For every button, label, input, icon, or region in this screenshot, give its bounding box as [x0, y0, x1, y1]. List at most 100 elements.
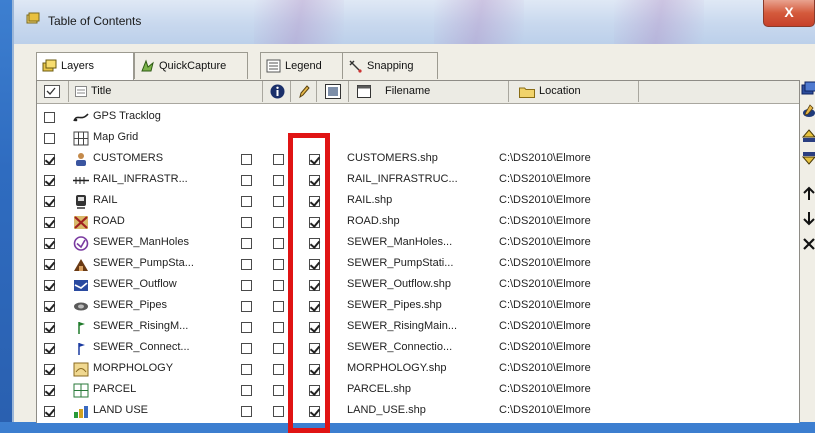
layer-visibility-checkbox[interactable]	[44, 280, 55, 291]
layer-visibility-checkbox[interactable]	[44, 196, 55, 207]
layer-visibility-checkbox[interactable]	[44, 406, 55, 417]
layer-identify-checkbox[interactable]	[241, 406, 252, 417]
move-to-bottom-icon[interactable]	[801, 150, 815, 166]
layer-title[interactable]: SEWER_Outflow	[93, 278, 177, 290]
layer-row[interactable]: SEWER_Pipes SEWER_Pipes.shp C:\DS2010\Elmo…	[37, 296, 799, 317]
tab-legend[interactable]: Legend	[260, 52, 344, 79]
layer-visibility-checkbox[interactable]	[44, 259, 55, 270]
sewer-outflow-icon	[73, 278, 89, 293]
layer-identify-checkbox[interactable]	[241, 217, 252, 228]
layer-edit-checkbox[interactable]	[273, 301, 284, 312]
column-identify-header[interactable]	[263, 81, 291, 102]
column-location-header[interactable]: Location	[509, 81, 639, 102]
add-layer-icon[interactable]	[801, 80, 815, 96]
layer-row[interactable]: SEWER_Connect... SEWER_Connectio... C:\DS2…	[37, 338, 799, 359]
layer-title[interactable]: PARCEL	[93, 383, 136, 395]
title-column-icon	[75, 86, 87, 97]
title-bar[interactable]: Table of Contents X	[14, 0, 815, 44]
layer-identify-checkbox[interactable]	[241, 301, 252, 312]
column-visibility-header[interactable]	[37, 81, 69, 102]
layer-visibility-checkbox[interactable]	[44, 385, 55, 396]
layer-edit-checkbox[interactable]	[273, 175, 284, 186]
column-title-header[interactable]: Title	[69, 81, 263, 102]
column-labels-header[interactable]	[317, 81, 349, 102]
layer-visibility-checkbox[interactable]	[44, 301, 55, 312]
layer-row[interactable]: SEWER_RisingM... SEWER_RisingMain... C:\DS…	[37, 317, 799, 338]
identify-info-icon	[270, 84, 285, 99]
layer-visibility-checkbox[interactable]	[44, 364, 55, 375]
layer-row[interactable]: MORPHOLOGY MORPHOLOGY.shp C:\DS2010\Elmore	[37, 359, 799, 380]
layer-title[interactable]: GPS Tracklog	[93, 110, 161, 122]
layer-edit-checkbox[interactable]	[273, 343, 284, 354]
layer-row[interactable]: SEWER_Outflow SEWER_Outflow.shp C:\DS2010\…	[37, 275, 799, 296]
layer-visibility-checkbox[interactable]	[44, 133, 55, 144]
layer-row[interactable]: GPS Tracklog	[37, 107, 799, 128]
layer-edit-checkbox[interactable]	[273, 280, 284, 291]
layer-identify-checkbox[interactable]	[241, 322, 252, 333]
layer-visibility-checkbox[interactable]	[44, 238, 55, 249]
layer-visibility-checkbox[interactable]	[44, 175, 55, 186]
close-button[interactable]: X	[763, 0, 815, 27]
layer-title[interactable]: MORPHOLOGY	[93, 362, 173, 374]
layer-identify-checkbox[interactable]	[241, 154, 252, 165]
column-filename-header[interactable]: Filename	[349, 81, 509, 102]
tab-quickcapture[interactable]: QuickCapture	[134, 52, 248, 79]
layer-title[interactable]: SEWER_ManHoles	[93, 236, 189, 248]
layer-title[interactable]: SEWER_Pipes	[93, 299, 167, 311]
tab-layers[interactable]: Layers	[36, 52, 134, 81]
layer-edit-checkbox[interactable]	[273, 238, 284, 249]
layer-visibility-checkbox[interactable]	[44, 154, 55, 165]
layer-edit-checkbox[interactable]	[273, 217, 284, 228]
move-up-icon[interactable]	[801, 186, 815, 202]
layer-identify-checkbox[interactable]	[241, 175, 252, 186]
layer-title[interactable]: SEWER_RisingM...	[93, 320, 188, 332]
layer-title[interactable]: SEWER_Connect...	[93, 341, 190, 353]
layer-visibility-checkbox[interactable]	[44, 112, 55, 123]
layer-title[interactable]: Map Grid	[93, 131, 138, 143]
layer-row[interactable]: RAIL_INFRASTR... RAIL_INFRASTRUC... C:\DS2…	[37, 170, 799, 191]
layer-visibility-checkbox[interactable]	[44, 343, 55, 354]
layer-title[interactable]: CUSTOMERS	[93, 152, 163, 164]
tab-label: QuickCapture	[159, 60, 227, 72]
layer-edit-checkbox[interactable]	[273, 196, 284, 207]
layer-row[interactable]: Map Grid	[37, 128, 799, 149]
layer-visibility-checkbox[interactable]	[44, 322, 55, 333]
layer-edit-checkbox[interactable]	[273, 259, 284, 270]
move-to-top-icon[interactable]	[801, 128, 815, 144]
layer-title[interactable]: LAND USE	[93, 404, 148, 416]
layer-row[interactable]: SEWER_ManHoles SEWER_ManHoles... C:\DS2010…	[37, 233, 799, 254]
layer-row[interactable]: ROAD ROAD.shp C:\DS2010\Elmore	[37, 212, 799, 233]
layer-title[interactable]: RAIL_INFRASTR...	[93, 173, 188, 185]
layer-identify-checkbox[interactable]	[241, 259, 252, 270]
layer-edit-checkbox[interactable]	[273, 406, 284, 417]
layer-edit-checkbox[interactable]	[273, 154, 284, 165]
tab-label: Snapping	[367, 60, 414, 72]
sewer-manholes-icon	[73, 236, 89, 251]
layer-identify-checkbox[interactable]	[241, 280, 252, 291]
layer-title[interactable]: SEWER_PumpSta...	[93, 257, 194, 269]
layer-edit-checkbox[interactable]	[273, 322, 284, 333]
layer-edit-checkbox[interactable]	[273, 385, 284, 396]
labels-icon	[325, 84, 341, 99]
layer-identify-checkbox[interactable]	[241, 238, 252, 249]
layer-identify-checkbox[interactable]	[241, 385, 252, 396]
layer-identify-checkbox[interactable]	[241, 343, 252, 354]
layer-row[interactable]: LAND USE LAND_USE.shp C:\DS2010\Elmore	[37, 401, 799, 422]
layer-visibility-checkbox[interactable]	[44, 217, 55, 228]
layer-identify-checkbox[interactable]	[241, 196, 252, 207]
layer-identify-checkbox[interactable]	[241, 364, 252, 375]
layer-row[interactable]: RAIL RAIL.shp C:\DS2010\Elmore	[37, 191, 799, 212]
layer-row[interactable]: SEWER_PumpSta... SEWER_PumpStati... C:\DS2…	[37, 254, 799, 275]
layer-properties-icon[interactable]	[801, 104, 815, 120]
remove-layer-icon[interactable]	[801, 236, 815, 252]
folder-icon	[519, 87, 535, 98]
layer-title[interactable]: ROAD	[93, 215, 125, 227]
move-down-icon[interactable]	[801, 210, 815, 226]
layer-row[interactable]: PARCEL PARCEL.shp C:\DS2010\Elmore	[37, 380, 799, 401]
layer-filename: RAIL.shp	[347, 194, 393, 206]
layer-title[interactable]: RAIL	[93, 194, 117, 206]
layer-edit-checkbox[interactable]	[273, 364, 284, 375]
column-edit-header[interactable]	[291, 81, 317, 102]
layer-row[interactable]: CUSTOMERS CUSTOMERS.shp C:\DS2010\Elmore	[37, 149, 799, 170]
tab-snapping[interactable]: Snapping	[342, 52, 438, 79]
